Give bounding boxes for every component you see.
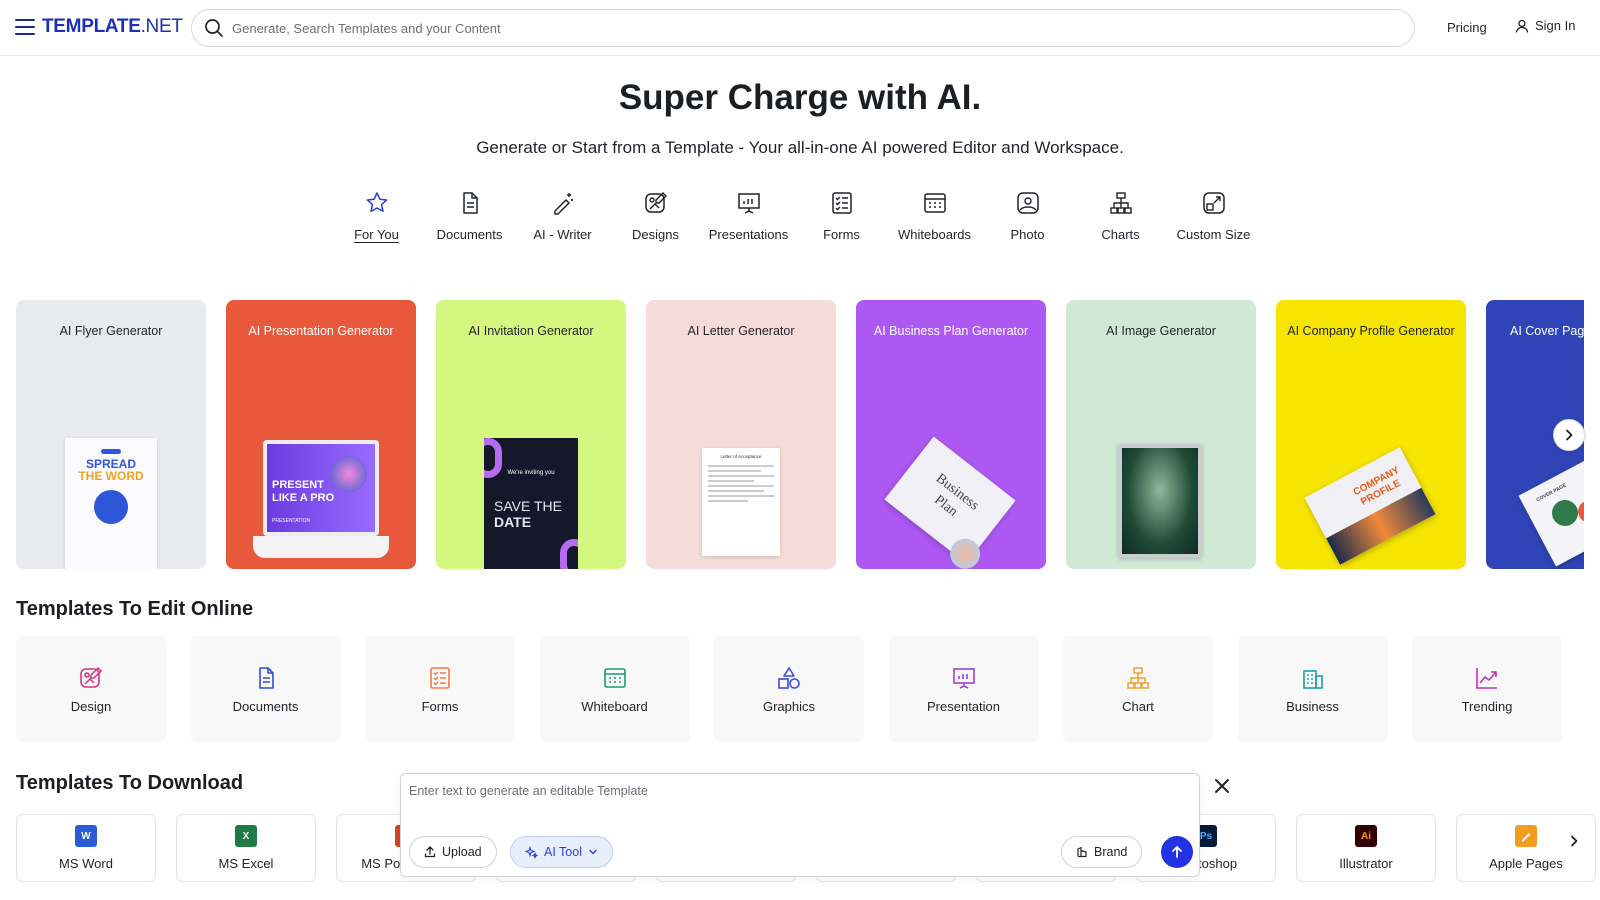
section-title-download: Templates To Download xyxy=(16,772,244,794)
category-tabs: For You Documents AI - Writer Designs Pr… xyxy=(330,190,1260,260)
card-ai-image-generator[interactable]: AI Image Generator xyxy=(1066,300,1256,569)
edit-tile-chart[interactable]: Chart xyxy=(1063,636,1213,742)
card-ai-company-profile-generator[interactable]: AI Company Profile Generator COMPANY PRO… xyxy=(1276,300,1466,569)
whiteboard-icon xyxy=(923,193,946,213)
chevron-down-icon xyxy=(589,849,597,855)
carousel-next-button[interactable] xyxy=(1553,419,1585,451)
ms-word-icon: W xyxy=(75,825,97,847)
company-profile-preview: COMPANY PROFILE xyxy=(1304,447,1436,565)
framed-image-preview xyxy=(1118,444,1202,558)
chevron-right-icon xyxy=(1571,835,1578,847)
edit-tile-whiteboard[interactable]: Whiteboard xyxy=(539,636,690,742)
design-icon xyxy=(80,666,103,688)
tab-presentations[interactable]: Presentations xyxy=(702,190,795,260)
form-icon xyxy=(430,666,450,689)
presentation-icon xyxy=(737,193,760,214)
photo-icon xyxy=(1016,192,1039,214)
illustrator-icon: Ai xyxy=(1355,825,1377,847)
invitation-preview: We're inviting you SAVE THE DATE xyxy=(484,438,578,569)
document-icon xyxy=(462,192,478,214)
apple-pages-icon xyxy=(1515,825,1537,847)
form-icon xyxy=(831,192,852,214)
tab-for-you[interactable]: For You xyxy=(330,190,423,260)
site-logo[interactable]: TEMPLATE.NET xyxy=(42,16,183,38)
ai-prompt-box: Upload AI Tool Brand xyxy=(400,773,1200,877)
edit-online-list: Design Documents Forms Whiteboard Graphi… xyxy=(16,636,1587,742)
chevron-right-icon xyxy=(1566,429,1573,441)
business-icon xyxy=(1302,669,1323,689)
laptop-preview: PRESENT LIKE A PRO PRESENTATION xyxy=(263,440,379,536)
flyer-preview: SPREAD THE WORD xyxy=(65,438,157,569)
edit-tile-design[interactable]: Design xyxy=(16,636,166,742)
upload-icon xyxy=(424,846,436,858)
graphics-icon xyxy=(778,666,800,689)
tab-custom-size[interactable]: Custom Size xyxy=(1167,190,1260,260)
upload-button[interactable]: Upload xyxy=(409,836,497,868)
letter-preview: Letter of Acceptance xyxy=(702,448,780,556)
hamburger-menu-icon[interactable] xyxy=(15,18,35,36)
tab-charts[interactable]: Charts xyxy=(1074,190,1167,260)
brand-button[interactable]: Brand xyxy=(1061,836,1143,868)
sign-in-label: Sign In xyxy=(1535,18,1576,33)
ms-excel-icon: X xyxy=(235,825,257,847)
edit-tile-documents[interactable]: Documents xyxy=(190,636,341,742)
edit-tile-trending[interactable]: Trending xyxy=(1412,636,1562,742)
tab-photo[interactable]: Photo xyxy=(981,190,1074,260)
submit-button[interactable] xyxy=(1161,836,1193,868)
card-ai-invitation-generator[interactable]: AI Invitation Generator We're inviting y… xyxy=(436,300,626,569)
design-icon xyxy=(644,192,667,213)
brand-icon xyxy=(1077,846,1087,858)
sparkle-icon xyxy=(525,845,538,859)
edit-tile-graphics[interactable]: Graphics xyxy=(714,636,864,742)
download-tile-illustrator[interactable]: Ai Illustrator xyxy=(1296,814,1436,882)
tab-designs[interactable]: Designs xyxy=(609,190,702,260)
edit-tile-forms[interactable]: Forms xyxy=(365,636,515,742)
magic-pen-icon xyxy=(553,193,573,215)
whiteboard-icon xyxy=(603,667,626,688)
chart-icon xyxy=(1127,666,1149,689)
user-icon xyxy=(1515,19,1529,33)
card-ai-letter-generator[interactable]: AI Letter Generator Letter of Acceptance xyxy=(646,300,836,569)
sign-in-link[interactable]: Sign In xyxy=(1515,18,1575,33)
chart-icon xyxy=(1109,192,1132,214)
ai-generator-carousel: AI Flyer Generator SPREAD THE WORD AI Pr… xyxy=(16,300,1584,570)
arrow-up-icon xyxy=(1172,846,1182,858)
search-bar[interactable] xyxy=(191,9,1415,47)
pricing-link[interactable]: Pricing xyxy=(1447,20,1487,35)
download-tile-ms-word[interactable]: W MS Word xyxy=(16,814,156,882)
tab-forms[interactable]: Forms xyxy=(795,190,888,260)
edit-tile-business[interactable]: Business xyxy=(1237,636,1388,742)
card-ai-flyer-generator[interactable]: AI Flyer Generator SPREAD THE WORD xyxy=(16,300,206,569)
trending-icon xyxy=(1476,667,1497,689)
ai-tool-dropdown[interactable]: AI Tool xyxy=(510,836,613,868)
section-title-edit-online: Templates To Edit Online xyxy=(16,598,254,620)
close-icon[interactable] xyxy=(1212,776,1232,796)
tab-documents[interactable]: Documents xyxy=(423,190,516,260)
edit-tile-presentation[interactable]: Presentation xyxy=(888,636,1039,742)
tab-whiteboards[interactable]: Whiteboards xyxy=(888,190,981,260)
page-subtitle: Generate or Start from a Template - Your… xyxy=(476,138,1124,157)
prompt-input[interactable] xyxy=(409,784,1189,814)
card-ai-presentation-generator[interactable]: AI Presentation Generator PRESENT LIKE A… xyxy=(226,300,416,569)
download-next-button[interactable] xyxy=(1561,828,1587,854)
top-header: TEMPLATE.NET Pricing Sign In xyxy=(0,0,1600,56)
custom-size-icon xyxy=(1202,192,1225,214)
star-icon xyxy=(366,192,387,213)
business-plan-preview: Business Plan xyxy=(884,436,1016,569)
cover-page-preview: COVER PAGE xyxy=(1518,453,1584,567)
search-icon xyxy=(205,19,223,37)
card-ai-business-plan-generator[interactable]: AI Business Plan Generator Business Plan xyxy=(856,300,1046,569)
page-title: Super Charge with AI. xyxy=(618,78,982,117)
download-tile-ms-excel[interactable]: X MS Excel xyxy=(176,814,316,882)
presentation-icon xyxy=(952,667,975,689)
tab-ai-writer[interactable]: AI - Writer xyxy=(516,190,609,260)
document-icon xyxy=(258,666,274,689)
search-input[interactable] xyxy=(232,20,1332,36)
